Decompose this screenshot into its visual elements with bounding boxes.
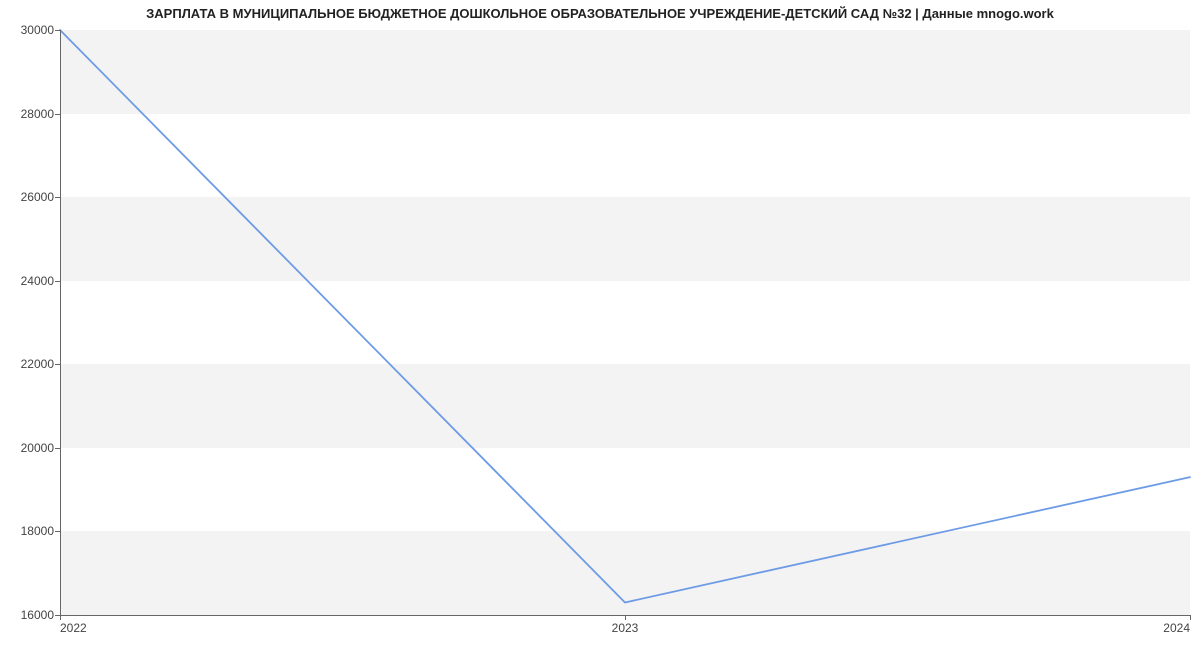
y-tick-mark: [55, 281, 60, 282]
y-tick-mark: [55, 448, 60, 449]
chart-title: ЗАРПЛАТА В МУНИЦИПАЛЬНОЕ БЮДЖЕТНОЕ ДОШКО…: [0, 6, 1200, 21]
line-layer: [60, 30, 1190, 615]
x-tick-mark: [60, 615, 61, 620]
x-tick-mark: [625, 615, 626, 620]
y-tick-mark: [55, 364, 60, 365]
data-line: [60, 30, 1190, 602]
y-tick-mark: [55, 531, 60, 532]
y-tick-mark: [55, 30, 60, 31]
plot-area: 1600018000200002200024000260002800030000…: [60, 30, 1190, 615]
y-tick-mark: [55, 114, 60, 115]
x-tick-mark: [1190, 615, 1191, 620]
y-axis: [60, 30, 61, 615]
chart-container: ЗАРПЛАТА В МУНИЦИПАЛЬНОЕ БЮДЖЕТНОЕ ДОШКО…: [0, 0, 1200, 650]
x-tick-label: 2022: [60, 615, 87, 635]
y-tick-mark: [55, 197, 60, 198]
x-tick-label: 2024: [1163, 615, 1190, 635]
